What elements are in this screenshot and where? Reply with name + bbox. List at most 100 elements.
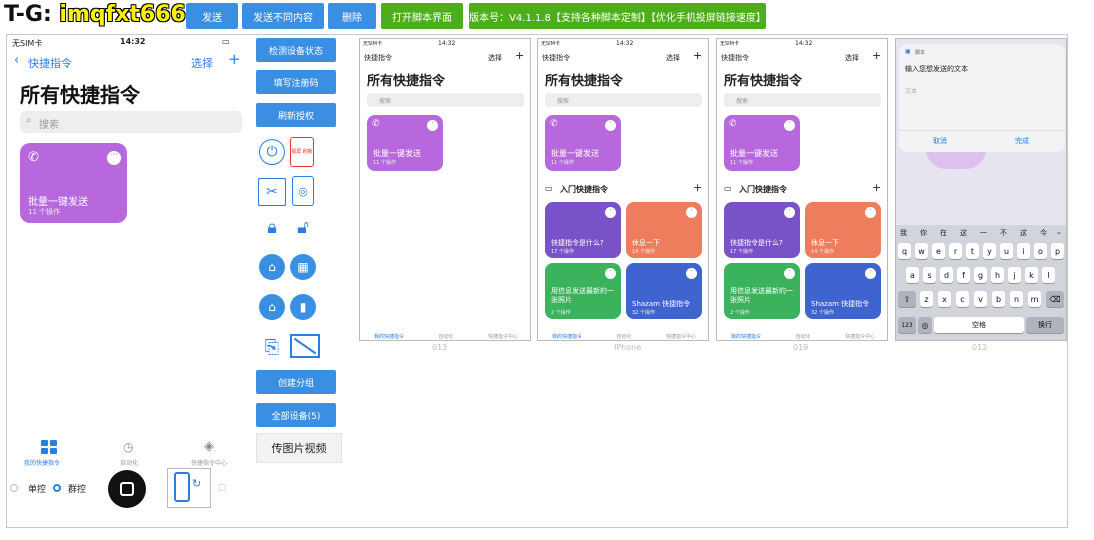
device-screen-012[interactable]: ▣ 脚本 输入您想发送的文本 文本 取消 完成 我 你 在 这 一 不 这 今 ⌄ qwerty… (895, 38, 1067, 341)
key-f[interactable]: f (957, 267, 970, 283)
tab-my-shortcuts[interactable]: 我的快捷指令 (721, 333, 771, 340)
search-input[interactable]: 搜索 (724, 93, 881, 107)
candidate-word[interactable]: 你 (920, 228, 927, 238)
main-phone-screen[interactable]: 无SIM卡 14:32 ▭ ‹ 快捷指令 选择 + 所有快捷指令 ⌕ 搜索 ✆ … (8, 36, 248, 472)
text-field[interactable]: 文本 (905, 86, 917, 95)
upload-media-button[interactable]: 传图片视频 (256, 433, 342, 463)
candidate-word[interactable]: 今 (1040, 228, 1047, 238)
gift-icon[interactable]: ▦ (290, 254, 316, 280)
tab-gallery[interactable]: 快捷指令中心 (656, 333, 706, 340)
key-i[interactable]: i (1017, 243, 1030, 259)
key-r[interactable]: r (949, 243, 962, 259)
search-input[interactable]: ⌕ 搜索 (20, 111, 242, 133)
key-k[interactable]: k (1025, 267, 1038, 283)
send-different-button[interactable]: 发送不同内容 (242, 3, 324, 29)
tab-automation[interactable]: 自动化 (421, 333, 471, 340)
more-icon[interactable]: · (427, 120, 438, 131)
space-key[interactable]: 空格 (934, 317, 1024, 333)
add-icon[interactable]: + (693, 49, 702, 62)
checkbox-icon[interactable]: ☐ (218, 484, 226, 494)
key-h[interactable]: h (991, 267, 1004, 283)
back-label[interactable]: 快捷指令 (28, 55, 72, 71)
key-x[interactable]: x (938, 291, 951, 307)
key-w[interactable]: w (915, 243, 928, 259)
device-screen-iphone[interactable]: 无SIM卡 14:32 快捷指令 选择 + 所有快捷指令 搜索 ✆ · 批量一键发… (537, 38, 709, 341)
device-screen-013[interactable]: 无SIM卡 14:32 快捷指令 选择 + 所有快捷指令 搜索 ✆ · 批量一键发… (359, 38, 531, 341)
key-a[interactable]: a (906, 267, 919, 283)
tab-my-shortcuts[interactable]: 我的快捷指令 (542, 333, 592, 340)
send-button[interactable]: 发送 (186, 3, 238, 29)
tab-automation[interactable]: 自动化 (599, 333, 649, 340)
home-button[interactable] (108, 470, 146, 508)
backspace-key-icon[interactable]: ⌫ (1046, 291, 1064, 307)
candidate-word[interactable]: 不 (1000, 228, 1007, 238)
add-icon[interactable]: + (515, 49, 524, 62)
numbers-key[interactable]: 123 (898, 317, 916, 333)
key-j[interactable]: j (1008, 267, 1021, 283)
key-m[interactable]: m (1028, 291, 1041, 307)
key-v[interactable]: v (974, 291, 987, 307)
key-e[interactable]: e (932, 243, 945, 259)
add-icon[interactable]: + (872, 181, 881, 194)
screen-off-icon[interactable] (290, 334, 320, 358)
shortcut-card[interactable]: ✆ ··· 批量一键发送 11 个操作 (20, 143, 127, 223)
starter-card[interactable]: · 快捷指令是什么? 17 个操作 (545, 202, 621, 258)
more-icon[interactable]: · (605, 120, 616, 131)
copy-icon[interactable]: ⎘ (259, 334, 285, 360)
clean-icon[interactable]: ⌂ (259, 254, 285, 280)
tab-automation[interactable]: 自动化 (778, 333, 828, 340)
key-c[interactable]: c (956, 291, 969, 307)
fill-code-button[interactable]: 填写注册码 (256, 70, 336, 94)
key-l[interactable]: l (1042, 267, 1055, 283)
more-icon[interactable]: · (865, 207, 876, 218)
phone-capture-icon[interactable]: ◎ (292, 176, 314, 206)
sweep-icon[interactable]: ⌂ (259, 294, 285, 320)
shortcut-card[interactable]: ✆ · 批量一键发送 11 个操作 (545, 115, 621, 171)
key-u[interactable]: u (1000, 243, 1013, 259)
select-button[interactable]: 选择 (666, 53, 680, 63)
device-screen-019[interactable]: 无SIM卡 14:32 快捷指令 选择 + 所有快捷指令 搜索 ✆ · 批量一键发… (716, 38, 888, 341)
group-control-radio[interactable] (53, 484, 61, 492)
open-script-button[interactable]: 打开脚本界面 (381, 3, 463, 29)
keyboard[interactable]: 我 你 在 这 一 不 这 今 ⌄ qwertyuiop asdfghjkl zxcvbnm ⇧… (896, 225, 1066, 340)
key-q[interactable]: q (898, 243, 911, 259)
screenshot-icon[interactable]: ✂ (258, 178, 286, 206)
tab-automation[interactable]: 自动化 (120, 458, 138, 467)
add-icon[interactable]: + (872, 49, 881, 62)
more-icon[interactable]: · (784, 120, 795, 131)
expand-candidates-icon[interactable]: ⌄ (1056, 228, 1062, 236)
candidate-word[interactable]: 我 (900, 228, 907, 238)
more-icon[interactable]: ··· (107, 151, 121, 165)
starter-card[interactable]: · 用信息发送最新的一张照片 2 个操作 (545, 263, 621, 319)
starter-card[interactable]: · 休息一下 14 个操作 (626, 202, 702, 258)
starter-card[interactable]: · Shazam 快捷指令 32 个操作 (805, 263, 881, 319)
more-icon[interactable]: · (784, 268, 795, 279)
more-icon[interactable]: · (605, 268, 616, 279)
key-t[interactable]: t (966, 243, 979, 259)
tab-my-shortcuts[interactable]: 我的快捷指令 (364, 333, 414, 340)
globe-icon[interactable]: ◎ (918, 317, 932, 333)
all-devices-button[interactable]: 全部设备(5) (256, 403, 336, 427)
back-label[interactable]: 快捷指令 (721, 53, 749, 63)
tab-gallery[interactable]: 快捷指令中心 (191, 458, 227, 467)
starter-card[interactable]: · 休息一下 14 个操作 (805, 202, 881, 258)
key-g[interactable]: g (974, 267, 987, 283)
lock-icon[interactable]: 🔒︎ (259, 214, 285, 240)
select-button[interactable]: 选择 (845, 53, 859, 63)
key-n[interactable]: n (1010, 291, 1023, 307)
candidate-word[interactable]: 这 (1020, 228, 1027, 238)
rotate-screen-icon[interactable]: ↻ (167, 468, 211, 508)
shortcut-card[interactable]: ✆ · 批量一键发送 11 个操作 (724, 115, 800, 171)
tab-gallery[interactable]: 快捷指令中心 (835, 333, 885, 340)
key-d[interactable]: d (940, 267, 953, 283)
shift-key-icon[interactable]: ⇧ (898, 291, 916, 307)
search-input[interactable]: 搜索 (545, 93, 702, 107)
search-input[interactable]: 搜索 (367, 93, 524, 107)
key-y[interactable]: y (983, 243, 996, 259)
key-b[interactable]: b (992, 291, 1005, 307)
more-icon[interactable]: · (686, 207, 697, 218)
create-group-button[interactable]: 创建分组 (256, 370, 336, 394)
add-shortcut-button[interactable]: + (228, 50, 241, 68)
more-icon[interactable]: · (605, 207, 616, 218)
grid-icon[interactable] (41, 440, 57, 454)
